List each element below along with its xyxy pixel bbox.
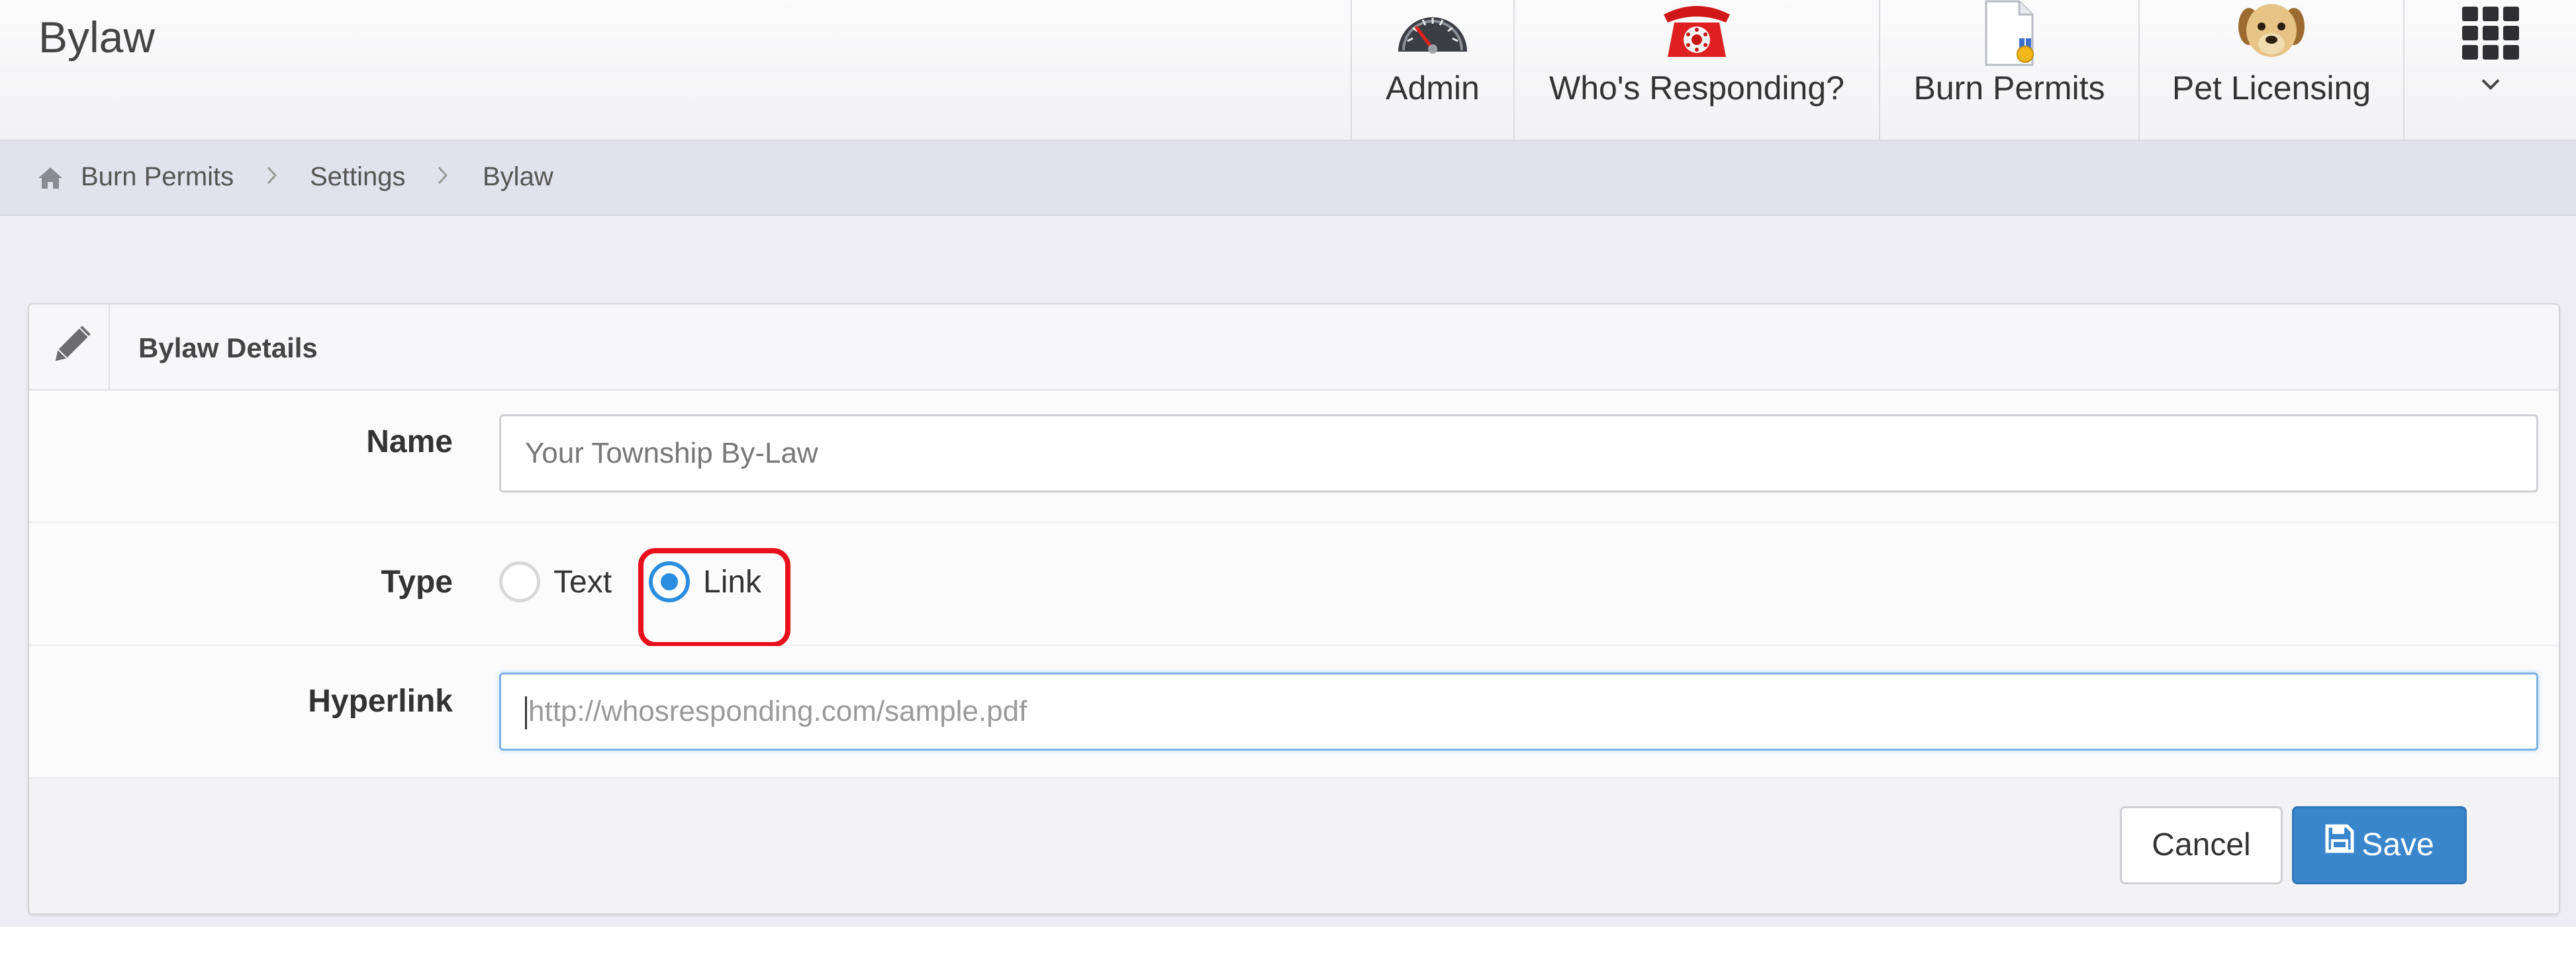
hyperlink-placeholder: http://whosresponding.com/sample.pdf: [528, 695, 1027, 727]
save-button-label: Save: [2361, 827, 2434, 862]
nav-pet-licensing-label: Pet Licensing: [2171, 70, 2371, 107]
speedometer-icon: [1352, 0, 1513, 66]
bylaw-details-panel: Bylaw Details Name Your Township By-Law …: [28, 303, 2560, 915]
hyperlink-input[interactable]: http://whosresponding.com/sample.pdf: [499, 672, 2538, 751]
cancel-button[interactable]: Cancel: [2120, 806, 2283, 884]
red-telephone-icon: [1515, 0, 1879, 66]
nav-burn-permits-label: Burn Permits: [1913, 70, 2105, 107]
breadcrumb: Burn Permits Settings Bylaw: [0, 141, 2576, 216]
home-icon[interactable]: [37, 166, 64, 193]
nav-burn-permits[interactable]: Burn Permits: [1879, 0, 2138, 140]
pencil-icon: [29, 304, 110, 389]
nav-pet-licensing[interactable]: Pet Licensing: [2138, 0, 2403, 140]
top-header: Bylaw Admin Who's Responding? Burn Permi…: [0, 0, 2576, 141]
nav-admin[interactable]: Admin: [1351, 0, 1513, 140]
panel-footer: Cancel Save: [29, 778, 2559, 913]
page-title: Bylaw: [38, 13, 156, 62]
panel-header: Bylaw Details: [29, 304, 2559, 391]
grid-menu-icon: [2405, 0, 2576, 66]
form-row-hyperlink: Hyperlink http://whosresponding.com/samp…: [29, 646, 2559, 778]
app-root: Bylaw Admin Who's Responding? Burn Permi…: [0, 0, 2576, 927]
dog-icon: [2140, 0, 2403, 66]
breadcrumb-burn-permits[interactable]: Burn Permits: [81, 162, 234, 192]
hyperlink-label: Hyperlink: [308, 684, 453, 719]
chevron-right-icon: [262, 161, 282, 190]
form-row-name: Name Your Township By-Law: [29, 391, 2559, 523]
type-radio-text[interactable]: [499, 561, 540, 602]
name-label: Name: [366, 424, 453, 459]
save-button[interactable]: Save: [2292, 806, 2467, 884]
floppy-disk-icon: [2324, 807, 2355, 881]
form-row-type: Type Text Link: [29, 523, 2559, 647]
chevron-down-icon: [2405, 74, 2576, 97]
type-radio-text-label[interactable]: Text: [553, 564, 612, 600]
chevron-right-icon: [433, 161, 453, 190]
permit-document-icon: [1880, 0, 2138, 66]
type-radio-group: Text Link: [29, 548, 2559, 647]
panel-title: Bylaw Details: [138, 332, 318, 363]
nav-whos-responding-label: Who's Responding?: [1549, 70, 1844, 107]
nav-admin-label: Admin: [1386, 70, 1480, 107]
name-input[interactable]: Your Township By-Law: [499, 414, 2538, 492]
apps-menu-button[interactable]: [2403, 0, 2576, 140]
breadcrumb-bylaw: Bylaw: [483, 162, 553, 191]
highlight-annotation: [638, 548, 790, 647]
nav-whos-responding[interactable]: Who's Responding?: [1513, 0, 1879, 140]
breadcrumb-settings[interactable]: Settings: [310, 162, 406, 192]
